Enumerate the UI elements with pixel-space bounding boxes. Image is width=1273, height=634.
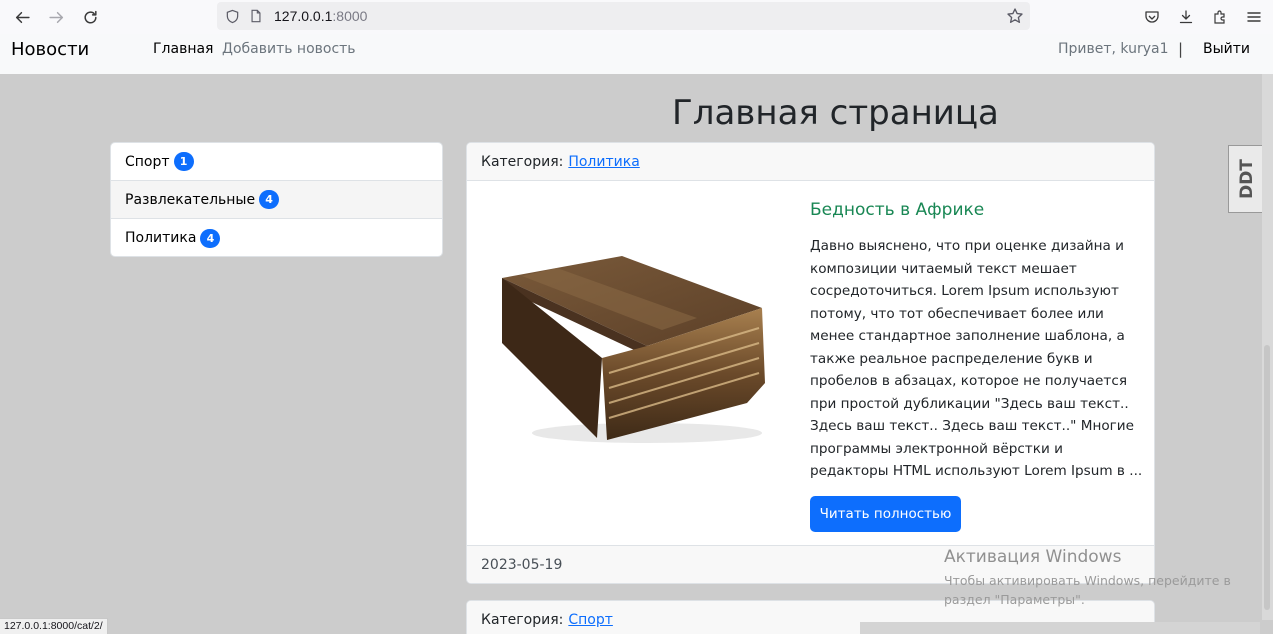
category-count-badge: 4	[259, 190, 280, 209]
reload-icon	[83, 10, 97, 23]
card-footer: 2023-05-19	[467, 545, 1154, 583]
category-item-politics[interactable]: Политика 4	[111, 219, 442, 256]
category-link[interactable]: Политика	[568, 154, 639, 170]
pocket-icon[interactable]	[1143, 8, 1161, 26]
news-text: Давно выяснено, что при оценке дизайна и…	[810, 238, 1143, 479]
news-card: Категория: Политика Бедность в Африке Да…	[466, 142, 1155, 584]
menu-icon[interactable]	[1245, 8, 1263, 26]
url-bar[interactable]: 127.0.0.1:8000	[217, 2, 1030, 30]
category-count-badge: 4	[200, 228, 221, 248]
browser-toolbar: 127.0.0.1:8000	[0, 0, 1273, 34]
back-arrow-icon	[15, 11, 30, 23]
news-image	[502, 256, 765, 443]
page-icon[interactable]	[248, 8, 264, 24]
category-item-entertainment[interactable]: Развлекательные 4	[111, 181, 442, 219]
category-link[interactable]: Спорт	[568, 612, 613, 628]
nav-link-add-news[interactable]: Добавить новость	[222, 41, 356, 57]
extension-label: DDT	[1237, 159, 1258, 199]
nav-link-home[interactable]: Главная	[153, 41, 213, 57]
status-bar-link: 127.0.0.1:8000/cat/2/	[0, 618, 108, 634]
reload-button[interactable]	[73, 0, 107, 34]
greeting-text: Привет, kurya1	[1058, 41, 1169, 57]
scrollbar-thumb[interactable]	[1264, 345, 1270, 610]
forward-button[interactable]	[39, 0, 73, 34]
news-date: 2023-05-19	[481, 556, 563, 573]
bookmark-star-icon[interactable]	[1006, 7, 1024, 25]
category-count-badge: 1	[173, 152, 194, 171]
category-label: Развлекательные	[125, 191, 256, 208]
category-label: Спорт	[125, 153, 170, 170]
download-icon[interactable]	[1177, 8, 1195, 26]
forward-arrow-icon	[48, 11, 63, 23]
category-item-sport[interactable]: Спорт 1	[111, 143, 442, 181]
logout-link[interactable]: Выйти	[1203, 41, 1250, 57]
site-navbar: Новости Главная Добавить новость Привет,…	[0, 34, 1273, 74]
extensions-icon[interactable]	[1211, 8, 1229, 26]
brand-link[interactable]: Новости	[11, 39, 89, 60]
category-prefix: Категория:	[481, 611, 564, 628]
card-header: Категория: Политика	[467, 143, 1154, 181]
url-text[interactable]: 127.0.0.1:8000	[274, 8, 367, 24]
category-label: Политика	[125, 230, 197, 246]
page-title: Главная страница	[672, 93, 999, 133]
back-button[interactable]	[5, 0, 39, 34]
extension-widget[interactable]: DDT	[1228, 145, 1266, 213]
horizontal-scrollbar[interactable]	[860, 622, 1260, 634]
read-more-button[interactable]: Читать полностью	[810, 496, 961, 532]
news-title[interactable]: Бедность в Африке	[810, 200, 984, 220]
shield-icon[interactable]	[224, 8, 240, 24]
category-list: Спорт 1 Развлекательные 4 Политика 4	[110, 142, 443, 257]
nav-separator: |	[1178, 40, 1184, 58]
category-prefix: Категория:	[481, 153, 564, 170]
